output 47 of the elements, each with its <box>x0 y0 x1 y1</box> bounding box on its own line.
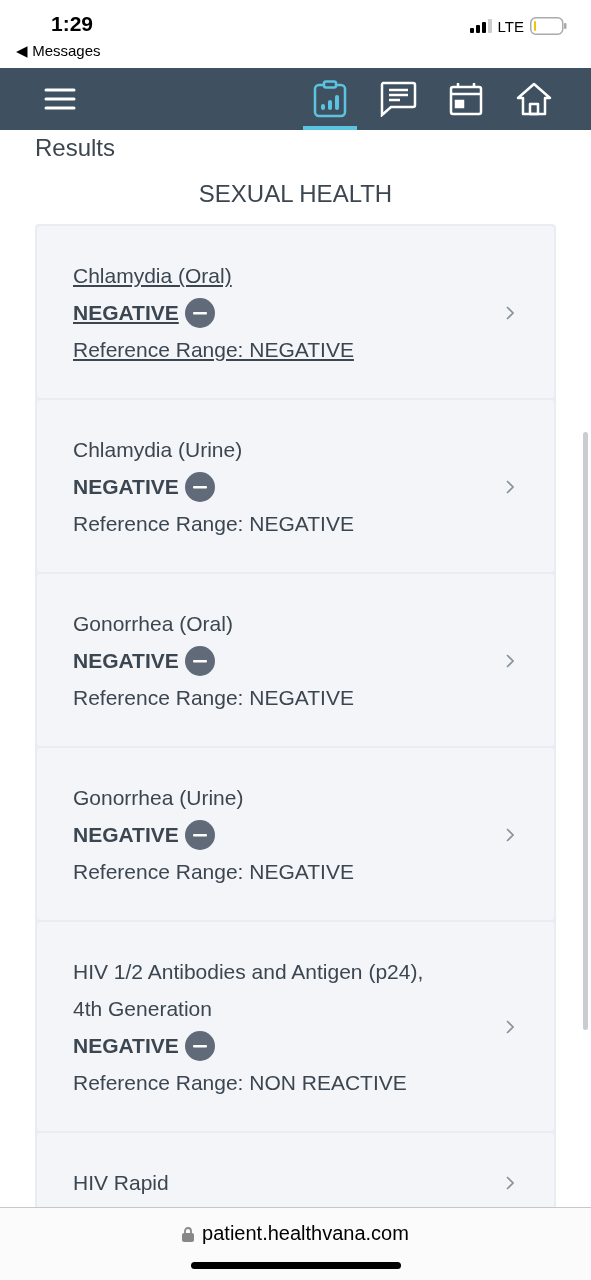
chevron-right-icon <box>506 1020 514 1034</box>
test-result: NEGATIVE <box>73 1033 179 1059</box>
chevron-right-icon <box>506 479 514 494</box>
calendar-icon <box>449 82 483 116</box>
chevron-right-icon <box>506 827 514 842</box>
minus-circle-icon <box>184 1030 215 1061</box>
test-name: HIV 1/2 Antibodies and Antigen (p24), 4th Generation <box>73 959 425 1022</box>
back-to-app-link[interactable]: ◀ Messages <box>16 42 101 60</box>
menu-icon <box>44 88 76 110</box>
chat-bubble-icon <box>379 81 417 117</box>
minus-circle-icon <box>184 645 215 676</box>
result-card[interactable]: Gonorrhea (Urine) NEGATIVE Reference Range: NEGATIVE <box>37 748 554 920</box>
url-text[interactable]: patient.healthvana.com <box>202 1222 409 1245</box>
home-icon <box>516 82 552 116</box>
reference-range: Reference Range: NEGATIVE <box>73 859 354 885</box>
test-name: Gonorrhea (Urine) <box>73 785 244 811</box>
test-name: HIV Rapid <box>73 1170 169 1196</box>
test-result: NEGATIVE <box>73 300 179 326</box>
clipboard-chart-icon <box>313 80 347 118</box>
result-card[interactable]: HIV 1/2 Antibodies and Antigen (p24), 4th Generation NEGATIVE Reference Range: NON REACTIVE <box>37 922 554 1131</box>
status-time: 1:29 <box>51 12 94 36</box>
result-card[interactable]: Chlamydia (Oral) NEGATIVE Reference Range: NEGATIVE <box>37 226 554 398</box>
minus-circle-icon <box>184 819 215 850</box>
lock-icon <box>182 1225 195 1242</box>
test-name: Chlamydia (Urine) <box>73 437 243 463</box>
chevron-right-icon <box>506 305 514 320</box>
section-title: SEXUAL HEALTH <box>197 180 394 208</box>
test-result: NEGATIVE <box>73 648 179 674</box>
minus-circle-icon <box>184 297 215 328</box>
result-card[interactable]: Gonorrhea (Oral) NEGATIVE Reference Range: NEGATIVE <box>37 574 554 746</box>
test-result: NEGATIVE <box>73 474 179 500</box>
test-name: Gonorrhea (Oral) <box>73 611 233 637</box>
page-title: Results <box>35 134 117 162</box>
test-name: Chlamydia (Oral) <box>73 263 232 289</box>
test-result: NEGATIVE <box>73 822 179 848</box>
minus-circle-icon <box>184 471 215 502</box>
reference-range: Reference Range: NEGATIVE <box>73 511 354 537</box>
battery-icon <box>530 17 567 35</box>
reference-range: Reference Range: NON REACTIVE <box>73 1070 407 1096</box>
chevron-right-icon <box>506 653 514 668</box>
chevron-right-icon <box>506 1175 514 1190</box>
result-card[interactable]: Chlamydia (Urine) NEGATIVE Reference Range: NEGATIVE <box>37 400 554 572</box>
result-card[interactable]: HIV Rapid <box>37 1133 554 1207</box>
signal-icon <box>469 19 492 33</box>
reference-range: Reference Range: NEGATIVE <box>73 685 354 711</box>
reference-range: Reference Range: NEGATIVE <box>73 337 354 363</box>
network-label: LTE <box>497 17 524 35</box>
